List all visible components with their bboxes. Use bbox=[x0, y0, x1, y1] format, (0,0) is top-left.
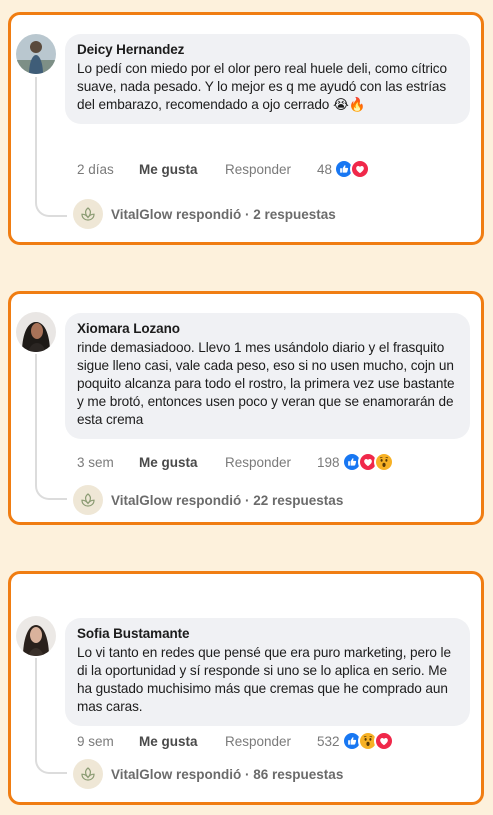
comment-actions: 2 días Me gusta Responder 48 bbox=[77, 159, 371, 179]
comment-text: Lo vi tanto en redes que pensé que era p… bbox=[77, 645, 451, 714]
brand-replies[interactable]: VitalGlow respondió · 2 respuestas bbox=[73, 199, 336, 229]
brand-replies-label: VitalGlow respondió · 2 respuestas bbox=[111, 206, 336, 222]
thread-line bbox=[35, 354, 67, 500]
comment-actions: 3 sem Me gusta Responder 198 bbox=[77, 452, 394, 472]
brand-replies[interactable]: VitalGlow respondió · 86 respuestas bbox=[73, 759, 343, 789]
like-button[interactable]: Me gusta bbox=[139, 162, 225, 177]
reply-button[interactable]: Responder bbox=[225, 734, 317, 749]
thread-line bbox=[35, 77, 67, 217]
brand-logo-icon bbox=[73, 485, 103, 515]
reaction-count[interactable]: 532 bbox=[317, 734, 340, 749]
comment-card: Deicy Hernandez Lo pedí con miedo por el… bbox=[8, 12, 484, 245]
brand-replies[interactable]: VitalGlow respondió · 22 respuestas bbox=[73, 485, 343, 515]
avatar[interactable] bbox=[16, 312, 56, 352]
thread-line bbox=[35, 658, 67, 774]
heart-icon bbox=[350, 159, 371, 179]
reaction-count[interactable]: 198 bbox=[317, 455, 340, 470]
reactions[interactable] bbox=[341, 731, 394, 751]
reply-button[interactable]: Responder bbox=[225, 162, 317, 177]
reaction-count[interactable]: 48 bbox=[317, 162, 332, 177]
brand-logo-icon bbox=[73, 759, 103, 789]
comment-card: Xiomara Lozano rinde demasiadooo. Llevo … bbox=[8, 291, 484, 525]
brand-replies-label: VitalGlow respondió · 22 respuestas bbox=[111, 492, 344, 508]
avatar[interactable] bbox=[16, 34, 56, 74]
comment-card: Sofia Bustamante Lo vi tanto en redes qu… bbox=[8, 571, 484, 805]
comment-author[interactable]: Sofia Bustamante bbox=[77, 626, 458, 641]
reactions[interactable] bbox=[334, 159, 371, 179]
comment-text: Lo pedí con miedo por el olor pero real … bbox=[77, 61, 447, 112]
brand-replies-label: VitalGlow respondió · 86 respuestas bbox=[111, 766, 344, 782]
comment-actions: 9 sem Me gusta Responder 532 bbox=[77, 731, 394, 751]
like-button[interactable]: Me gusta bbox=[139, 734, 225, 749]
wow-icon bbox=[373, 452, 394, 472]
comment-author[interactable]: Xiomara Lozano bbox=[77, 321, 458, 336]
like-button[interactable]: Me gusta bbox=[139, 455, 225, 470]
comment-bubble: Sofia Bustamante Lo vi tanto en redes qu… bbox=[65, 618, 470, 726]
comment-bubble: Xiomara Lozano rinde demasiadooo. Llevo … bbox=[65, 313, 470, 439]
comment-timestamp[interactable]: 3 sem bbox=[77, 455, 139, 470]
comment-text: rinde demasiadooo. Llevo 1 mes usándolo … bbox=[77, 340, 455, 427]
comment-timestamp[interactable]: 2 días bbox=[77, 162, 139, 177]
heart-icon bbox=[373, 731, 394, 751]
reactions[interactable] bbox=[341, 452, 394, 472]
comment-timestamp[interactable]: 9 sem bbox=[77, 734, 139, 749]
comment-author[interactable]: Deicy Hernandez bbox=[77, 42, 458, 57]
avatar[interactable] bbox=[16, 616, 56, 656]
reply-button[interactable]: Responder bbox=[225, 455, 317, 470]
comment-bubble: Deicy Hernandez Lo pedí con miedo por el… bbox=[65, 34, 470, 124]
brand-logo-icon bbox=[73, 199, 103, 229]
